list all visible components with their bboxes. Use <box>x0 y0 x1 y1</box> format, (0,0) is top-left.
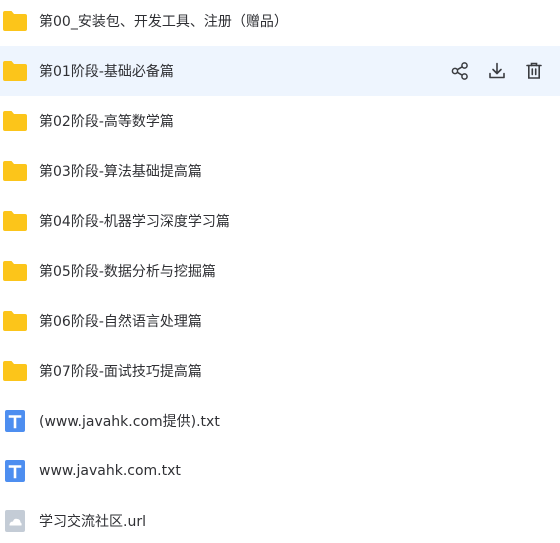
folder-row[interactable]: 第02阶段-高等数学篇 <box>0 96 560 146</box>
download-icon[interactable] <box>485 59 509 83</box>
file-name: 第07阶段-面试技巧提高篇 <box>39 364 202 380</box>
file-list: 第00_安装包、开发工具、注册（赠品） 第01阶段-基础必备篇 第02阶段-高等数学… <box>0 0 560 543</box>
folder-row[interactable]: 第05阶段-数据分析与挖掘篇 <box>0 246 560 296</box>
folder-icon <box>2 58 28 84</box>
folder-row[interactable]: 第01阶段-基础必备篇 <box>0 46 560 96</box>
trash-icon[interactable] <box>522 59 546 83</box>
row-actions <box>448 46 546 96</box>
url-file-icon <box>2 508 28 534</box>
file-name: 第03阶段-算法基础提高篇 <box>39 164 202 180</box>
share-icon[interactable] <box>448 59 472 83</box>
file-name: www.javahk.com.txt <box>39 463 181 479</box>
file-name: 第01阶段-基础必备篇 <box>39 64 174 80</box>
text-file-icon <box>2 458 28 484</box>
folder-icon <box>2 158 28 184</box>
file-name: 第06阶段-自然语言处理篇 <box>39 314 202 330</box>
file-row[interactable]: (www.javahk.com提供).txt <box>0 396 560 446</box>
file-name: 第05阶段-数据分析与挖掘篇 <box>39 264 216 280</box>
folder-icon <box>2 108 28 134</box>
folder-icon <box>2 8 28 34</box>
file-name: 第02阶段-高等数学篇 <box>39 114 174 130</box>
file-row[interactable]: www.javahk.com.txt <box>0 446 560 496</box>
folder-icon <box>2 208 28 234</box>
folder-row[interactable]: 第04阶段-机器学习深度学习篇 <box>0 196 560 246</box>
text-file-icon <box>2 408 28 434</box>
file-name: 学习交流社区.url <box>39 514 146 530</box>
folder-row[interactable]: 第03阶段-算法基础提高篇 <box>0 146 560 196</box>
file-row[interactable]: 学习交流社区.url <box>0 496 560 543</box>
file-name: 第04阶段-机器学习深度学习篇 <box>39 214 230 230</box>
folder-row[interactable]: 第06阶段-自然语言处理篇 <box>0 296 560 346</box>
folder-icon <box>2 308 28 334</box>
file-name: (www.javahk.com提供).txt <box>39 414 220 430</box>
folder-row[interactable]: 第00_安装包、开发工具、注册（赠品） <box>0 0 560 46</box>
file-name: 第00_安装包、开发工具、注册（赠品） <box>39 14 288 30</box>
folder-icon <box>2 358 28 384</box>
folder-row[interactable]: 第07阶段-面试技巧提高篇 <box>0 346 560 396</box>
folder-icon <box>2 258 28 284</box>
